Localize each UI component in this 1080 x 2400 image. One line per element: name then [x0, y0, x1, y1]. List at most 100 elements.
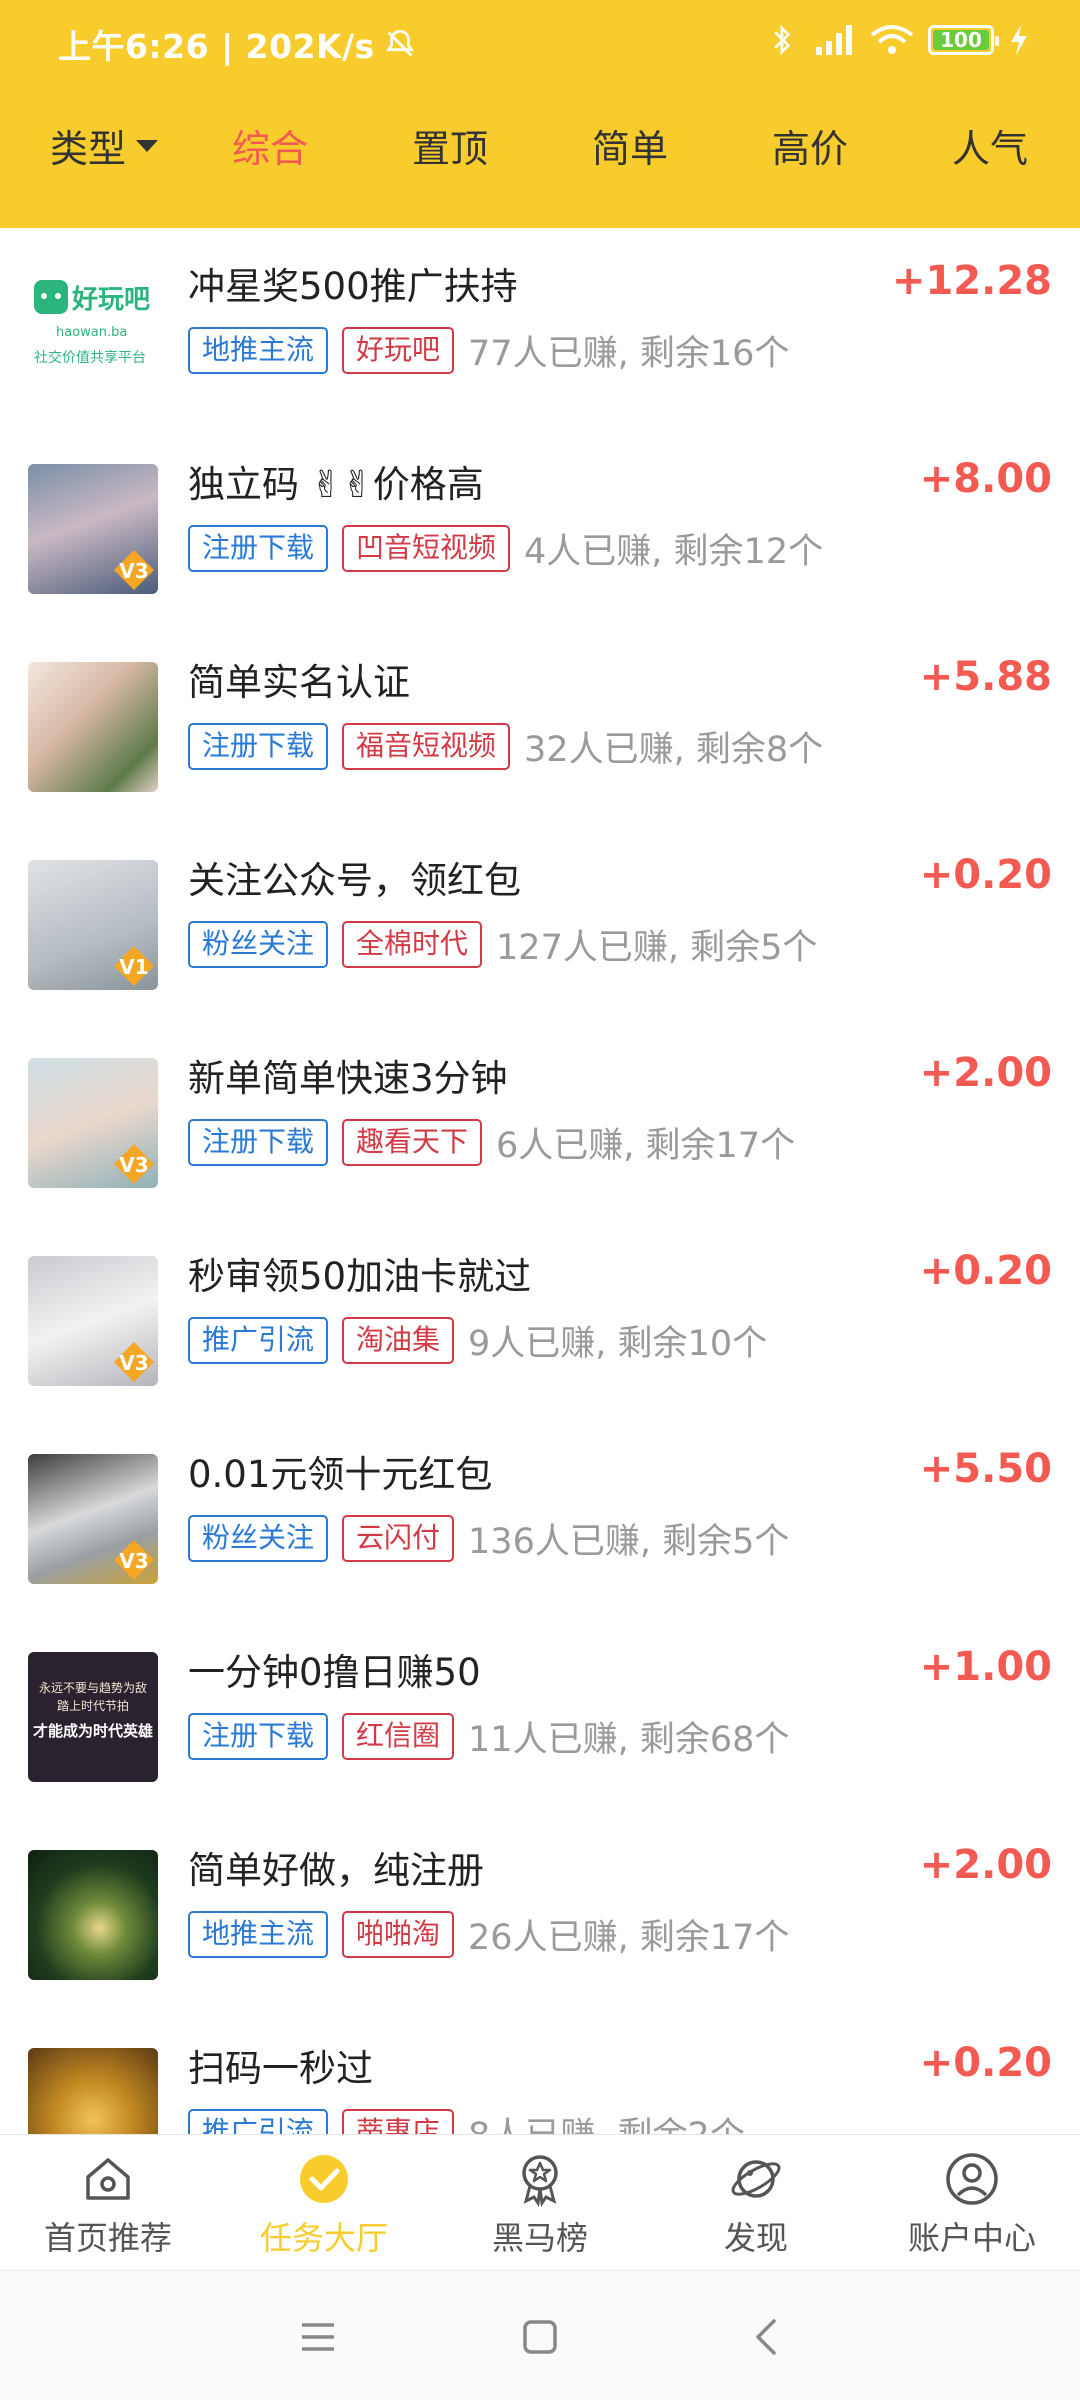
logo-slogan: 社交价值共享平台: [34, 349, 146, 366]
task-row[interactable]: 简单好做，纯注册 地推主流 啪啪淘 26人已赚, 剩余17个 +2.00: [0, 1812, 1080, 2010]
task-thumbnail: V1: [28, 860, 158, 990]
bluetooth-icon: [774, 24, 791, 56]
task-category-tag: 粉丝关注: [188, 921, 329, 968]
task-reward: +2.00: [919, 1842, 1052, 1888]
status-icons: 100: [770, 22, 1030, 58]
vip-level-badge-icon: V3: [114, 1144, 154, 1184]
poster-line-2: 踏上时代节拍: [57, 1698, 129, 1713]
menu-icon[interactable]: [294, 2313, 342, 2361]
svg-text:V1: V1: [119, 955, 148, 979]
tab-renqi[interactable]: 人气: [952, 118, 1028, 173]
task-progress: 77人已赚, 剩余16个: [468, 334, 790, 374]
svg-text:V3: V3: [119, 1549, 148, 1573]
task-app-tag: 淘油集: [342, 1317, 455, 1364]
signal-icon: [816, 25, 852, 55]
task-category-tag: 地推主流: [188, 1911, 329, 1958]
back-icon[interactable]: [744, 2313, 792, 2361]
task-title: 一分钟0撸日赚50: [188, 1651, 481, 1694]
vip-level-badge-icon: V3: [114, 1540, 154, 1580]
tab-jiandan[interactable]: 简单: [592, 118, 668, 173]
charging-icon: [1011, 25, 1027, 55]
task-tags: 地推主流 啪啪淘 26人已赚, 剩余17个: [188, 1909, 789, 1960]
battery-icon: 100: [928, 25, 999, 55]
nav-label-task-hall: 任务大厅: [259, 2219, 388, 2257]
task-progress: 26人已赚, 剩余17个: [468, 1918, 790, 1958]
task-title: 扫码一秒过: [188, 2047, 373, 2090]
task-row[interactable]: V3 秒审领50加油卡就过 推广引流 淘油集 9人已赚, 剩余10个 +0.20: [0, 1218, 1080, 1416]
task-progress: 8人已赚, 剩余2个: [468, 2107, 745, 2134]
task-row[interactable]: V1 关注公众号，领红包 粉丝关注 全棉时代 127人已赚, 剩余5个 +0.2…: [0, 822, 1080, 1020]
battery-level: 100: [940, 28, 982, 52]
task-app-tag: 啪啪淘: [342, 1911, 455, 1958]
mute-bell-icon: [385, 29, 414, 57]
task-row[interactable]: V3 独立码 ✌✌价格高 注册下载 凹音短视频 4人已赚, 剩余12个 +8.0…: [0, 426, 1080, 624]
poster-line-3: 才能成为时代英雄: [33, 1722, 153, 1740]
task-row[interactable]: 永远不要与趋势为敌 踏上时代节拍 才能成为时代英雄 一分钟0撸日赚50 注册下载…: [0, 1614, 1080, 1812]
task-reward: +0.20: [919, 1248, 1052, 1294]
task-thumbnail: V3: [28, 1256, 158, 1386]
svg-text:V3: V3: [119, 1351, 148, 1375]
task-category-tag: 注册下载: [188, 525, 329, 572]
task-row[interactable]: V3 0.01元领十元红包 粉丝关注 云闪付 136人已赚, 剩余5个 +5.5…: [0, 1416, 1080, 1614]
task-category-tag: 地推主流: [188, 327, 329, 374]
nav-item-home[interactable]: 首页推荐: [8, 2151, 208, 2259]
task-row[interactable]: 简单实名认证 注册下载 福音短视频 32人已赚, 剩余8个 +5.88: [0, 624, 1080, 822]
task-tags: 粉丝关注 全棉时代 127人已赚, 剩余5个: [188, 919, 817, 970]
nav-label-discover: 发现: [723, 2219, 788, 2257]
task-tags: 粉丝关注 云闪付 136人已赚, 剩余5个: [188, 1513, 789, 1564]
task-app-tag: 好玩吧: [342, 327, 455, 374]
tab-zonghe[interactable]: 综合: [232, 118, 308, 173]
status-bar: 上午6:26 | 202K/s 100: [0, 0, 1080, 84]
task-title: 冲星奖500推广扶持: [188, 265, 518, 308]
system-nav-bar: [0, 2270, 1080, 2400]
task-reward: +5.50: [919, 1446, 1052, 1492]
type-filter-label: 类型: [50, 127, 127, 171]
task-category-tag: 推广引流: [188, 1317, 329, 1364]
task-progress: 11人已赚, 剩余68个: [468, 1720, 790, 1760]
home-icon: [86, 2158, 130, 2200]
haowanba-logo: 好玩吧 haowan.ba 社交价值共享平台: [34, 280, 150, 366]
task-title: 关注公众号，领红包: [188, 859, 521, 902]
task-reward: +2.00: [919, 1050, 1052, 1096]
medal-icon: [522, 2155, 558, 2207]
planet-icon: [731, 2160, 781, 2198]
task-title: 秒审领50加油卡就过: [188, 1255, 532, 1298]
task-progress: 4人已赚, 剩余12个: [524, 532, 824, 572]
nav-item-discover[interactable]: 发现: [656, 2151, 856, 2259]
status-time-speed: 上午6:26 | 202K/s: [58, 20, 417, 68]
type-filter-dropdown[interactable]: 类型: [50, 118, 159, 173]
task-app-tag: 蒂惠店: [342, 2109, 455, 2134]
poster-line-1: 永远不要与趋势为敌: [39, 1680, 147, 1695]
tab-zhiding[interactable]: 置顶: [412, 118, 488, 173]
vip-level-badge-icon: V3: [114, 1342, 154, 1382]
task-thumbnail: [28, 1850, 158, 1980]
nav-label-home: 首页推荐: [43, 2219, 172, 2257]
task-row[interactable]: V3 新单简单快速3分钟 注册下载 趣看天下 6人已赚, 剩余17个 +2.00: [0, 1020, 1080, 1218]
task-reward: +0.20: [919, 2040, 1052, 2086]
task-tags: 注册下载 凹音短视频 4人已赚, 剩余12个: [188, 523, 823, 574]
nav-item-account[interactable]: 账户中心: [872, 2151, 1072, 2259]
nav-label-account: 账户中心: [907, 2219, 1036, 2257]
task-thumbnail: 好玩吧 haowan.ba 社交价值共享平台: [28, 266, 158, 396]
task-list: 好玩吧 haowan.ba 社交价值共享平台 冲星奖500推广扶持 地推主流 好…: [0, 228, 1080, 2134]
app-header: 上午6:26 | 202K/s 100 类型 综合 置顶 简单 高价 人气: [0, 0, 1080, 228]
task-tags: 注册下载 趣看天下 6人已赚, 剩余17个: [188, 1117, 795, 1168]
home-square-icon[interactable]: [516, 2313, 564, 2361]
task-progress: 6人已赚, 剩余17个: [496, 1126, 796, 1166]
task-app-tag: 趣看天下: [342, 1119, 483, 1166]
task-category-tag: 注册下载: [188, 723, 329, 770]
task-thumbnail: V3: [28, 1058, 158, 1188]
task-title: 简单实名认证: [188, 661, 410, 704]
status-time-text: 上午6:26 | 202K/s: [58, 27, 375, 66]
nav-item-ranking[interactable]: 黑马榜: [440, 2151, 640, 2259]
task-row[interactable]: 好玩吧 haowan.ba 社交价值共享平台 冲星奖500推广扶持 地推主流 好…: [0, 228, 1080, 426]
nav-item-task-hall[interactable]: 任务大厅: [224, 2151, 424, 2259]
task-category-tag: 粉丝关注: [188, 1515, 329, 1562]
task-progress: 127人已赚, 剩余5个: [496, 928, 818, 968]
filter-bar: 类型 综合 置顶 简单 高价 人气: [0, 110, 1080, 190]
tab-gaojia[interactable]: 高价: [772, 118, 848, 173]
task-row[interactable]: 扫码一秒过 推广引流 蒂惠店 8人已赚, 剩余2个 +0.20: [0, 2010, 1080, 2134]
text-poster-image: 永远不要与趋势为敌 踏上时代节拍 才能成为时代英雄: [33, 1680, 153, 1740]
vip-level-badge-icon: V1: [114, 946, 154, 986]
logo-subtext: haowan.ba: [56, 325, 127, 340]
